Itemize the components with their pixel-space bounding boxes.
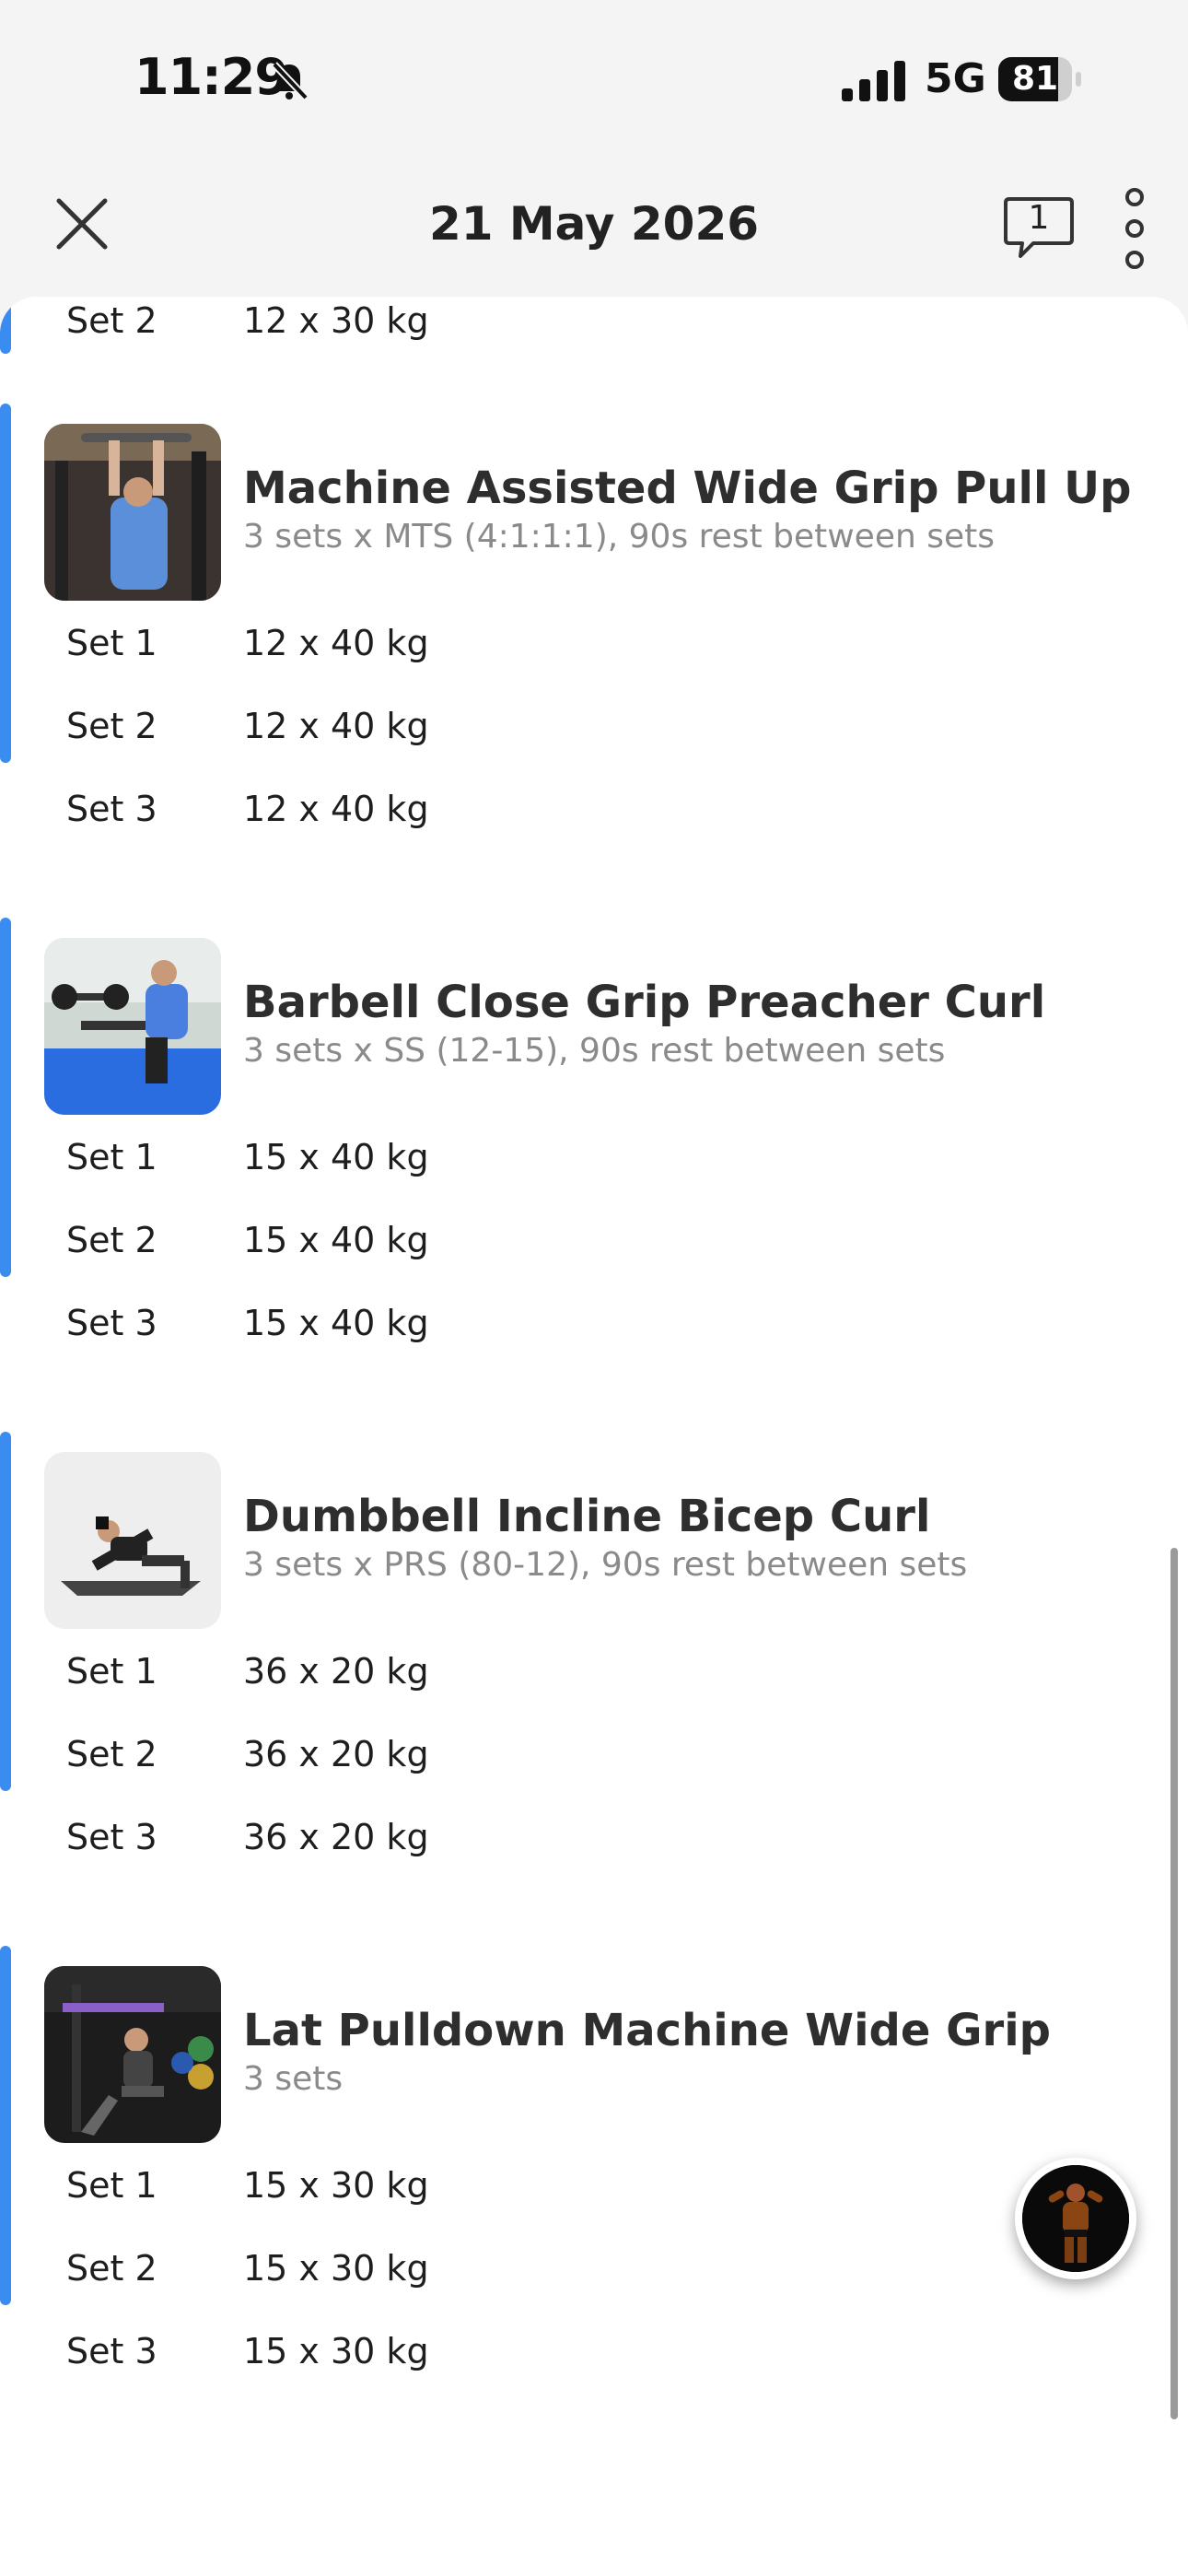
bell-muted-icon xyxy=(272,62,309,100)
set-value: 12 x 40 kg xyxy=(243,706,429,746)
exercise-description: 3 sets x PRS (80-12), 90s rest between s… xyxy=(243,1546,968,1584)
status-time: 11:29 xyxy=(134,48,289,106)
set-label: Set 2 xyxy=(66,1734,157,1774)
exercise-accent-bar xyxy=(0,1946,11,2305)
exercise-thumbnail xyxy=(44,1452,221,1629)
set-label: Set 1 xyxy=(66,1651,157,1692)
set-value: 12 x 30 kg xyxy=(243,300,429,341)
exercise-accent-bar xyxy=(0,404,11,763)
workout-log: Set 2 12 x 30 kg Machine Assisted Wide G… xyxy=(0,297,1188,2576)
set-value: 36 x 20 kg xyxy=(243,1734,429,1774)
set-value: 15 x 40 kg xyxy=(243,1220,429,1260)
scrollbar[interactable] xyxy=(1171,1548,1178,2419)
set-value: 36 x 20 kg xyxy=(243,1651,429,1692)
exercise-name: Dumbbell Incline Bicep Curl xyxy=(243,1491,931,1542)
exercise-card[interactable]: Lat Pulldown Machine Wide Grip 3 sets Se… xyxy=(0,1946,1188,2371)
set-value: 12 x 40 kg xyxy=(243,789,429,829)
network-type: 5G xyxy=(925,55,986,102)
exercise-thumbnail xyxy=(44,424,221,601)
set-value: 15 x 40 kg xyxy=(243,1137,429,1177)
exercise-description: 3 sets x SS (12-15), 90s rest between se… xyxy=(243,1032,946,1070)
set-label: Set 1 xyxy=(66,1137,157,1177)
exercise-accent-bar xyxy=(0,1432,11,1791)
exercise-description: 3 sets xyxy=(243,2060,344,2098)
set-label: Set 2 xyxy=(66,2248,157,2289)
set-label: Set 2 xyxy=(66,1220,157,1260)
nav-bar: 21 May 2026 1 xyxy=(0,166,1188,295)
exercise-name: Lat Pulldown Machine Wide Grip xyxy=(243,2005,1052,2056)
set-value: 15 x 40 kg xyxy=(243,1303,429,1343)
exercise-name: Barbell Close Grip Preacher Curl xyxy=(243,977,1046,1028)
exercise-name: Machine Assisted Wide Grip Pull Up xyxy=(243,463,1132,514)
set-label: Set 3 xyxy=(66,1303,157,1343)
set-label: Set 1 xyxy=(66,2165,157,2206)
avatar xyxy=(1022,2165,1129,2272)
set-value: 36 x 20 kg xyxy=(243,1817,429,1857)
status-bar: 11:29 5G 81 xyxy=(0,0,1188,166)
set-value: 15 x 30 kg xyxy=(243,2165,429,2206)
exercise-card[interactable]: Barbell Close Grip Preacher Curl 3 sets … xyxy=(0,918,1188,1343)
exercise-card[interactable]: Machine Assisted Wide Grip Pull Up 3 set… xyxy=(0,404,1188,829)
battery-percent: 81 xyxy=(1011,60,1059,98)
set-label: Set 2 xyxy=(66,706,157,746)
exercise-card[interactable]: Dumbbell Incline Bicep Curl 3 sets x PRS… xyxy=(0,1432,1188,1857)
exercise-thumbnail xyxy=(44,938,221,1115)
set-value: 15 x 30 kg xyxy=(243,2331,429,2371)
set-label: Set 3 xyxy=(66,789,157,829)
comments-button[interactable]: 1 xyxy=(1002,192,1076,265)
set-value: 12 x 40 kg xyxy=(243,623,429,663)
set-label: Set 3 xyxy=(66,1817,157,1857)
exercise-accent-bar xyxy=(0,918,11,1277)
cellular-signal-icon xyxy=(842,61,905,101)
more-options-icon[interactable] xyxy=(1118,186,1151,271)
set-label: Set 3 xyxy=(66,2331,157,2371)
set-label: Set 2 xyxy=(66,300,157,341)
avatar-button[interactable] xyxy=(1015,2158,1136,2279)
exercise-description: 3 sets x MTS (4:1:1:1), 90s rest between… xyxy=(243,518,996,556)
comment-count: 1 xyxy=(1028,199,1050,237)
battery-icon: 81 xyxy=(998,57,1081,101)
set-label: Set 1 xyxy=(66,623,157,663)
exercise-accent-bar xyxy=(0,297,11,354)
exercise-thumbnail xyxy=(44,1966,221,2143)
set-value: 15 x 30 kg xyxy=(243,2248,429,2289)
